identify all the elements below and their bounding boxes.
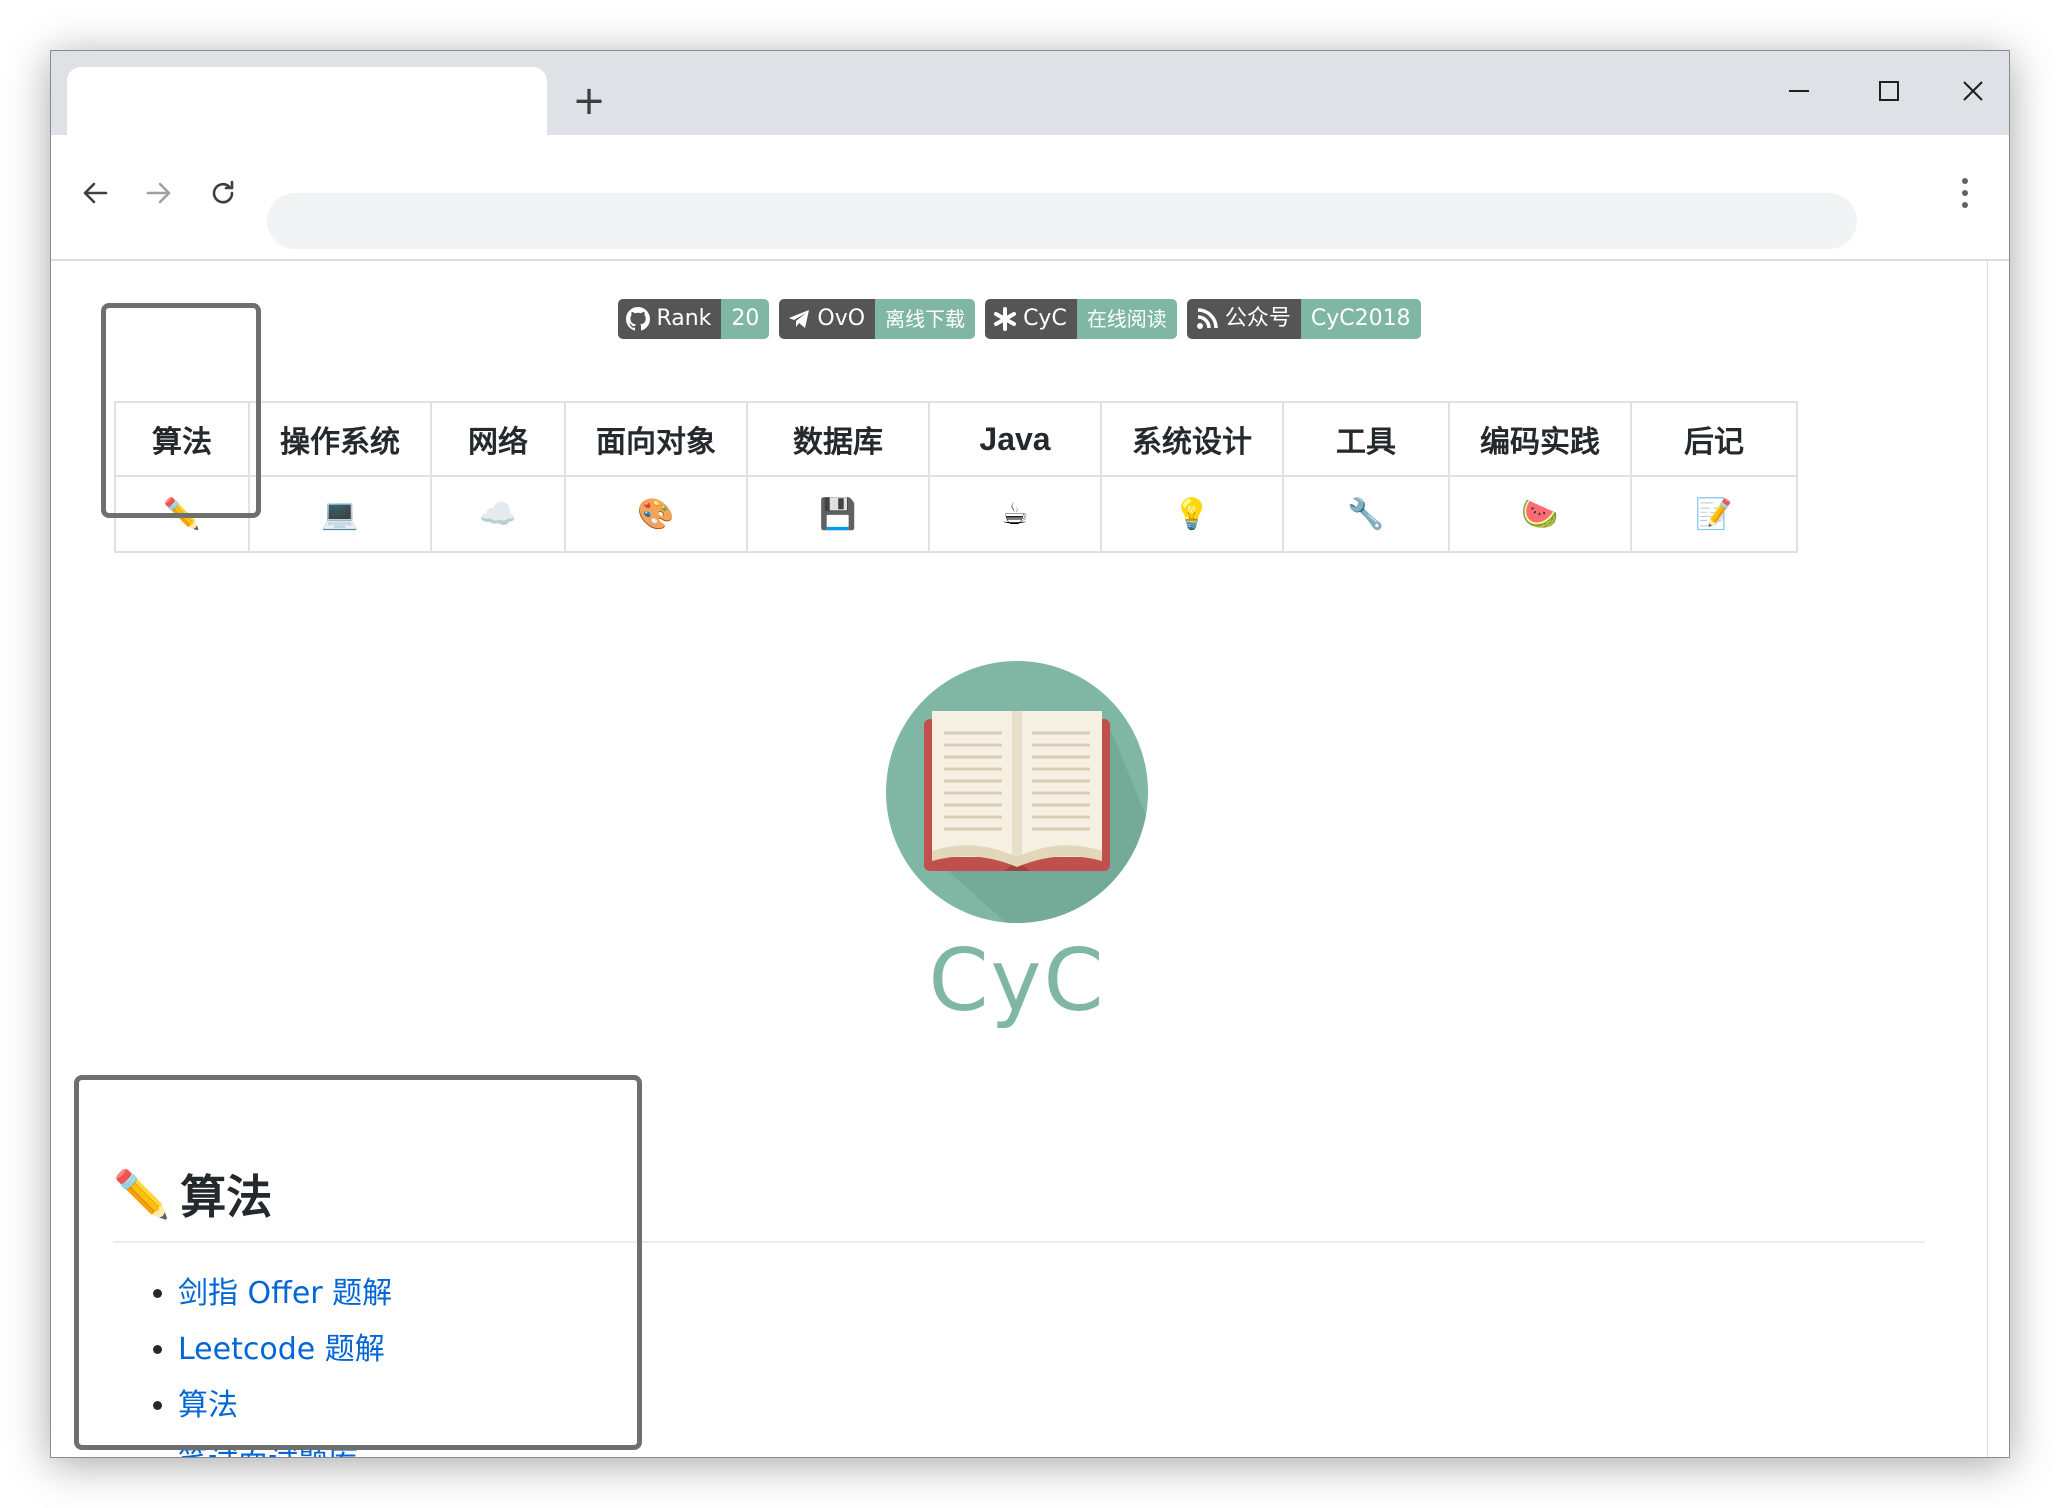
nav-icon-cell[interactable]: ☕ <box>928 475 1102 553</box>
badge-label: CyC <box>1023 306 1067 331</box>
list-item: 算法 <box>178 1378 392 1434</box>
browser-menu-button[interactable] <box>1945 165 1985 221</box>
close-icon <box>1963 81 1983 101</box>
nav-icon-cell[interactable]: 🎨 <box>564 475 748 553</box>
browser-toolbar <box>51 135 2009 261</box>
maximize-button[interactable] <box>1853 59 1925 123</box>
link-sword-offer[interactable]: 剑指 Offer 题解 <box>178 1276 392 1311</box>
menu-dot-icon <box>1962 178 1968 184</box>
asterisk-icon <box>994 307 1017 331</box>
coffee-icon[interactable]: ☕ <box>1002 497 1029 532</box>
telegram-icon <box>789 310 810 328</box>
address-bar[interactable] <box>267 193 1857 249</box>
nav-item-database[interactable]: 数据库 <box>746 401 930 477</box>
watermelon-icon[interactable]: 🍉 <box>1521 497 1558 532</box>
section-title: 算法 <box>180 1170 273 1224</box>
cloud-icon[interactable]: ☁️ <box>479 497 516 532</box>
palette-icon[interactable]: 🎨 <box>637 497 674 532</box>
nav-item-operating-system[interactable]: 操作系统 <box>248 401 432 477</box>
badge-value: 20 <box>721 299 770 339</box>
forward-arrow-icon <box>146 182 171 204</box>
back-arrow-icon <box>83 182 108 204</box>
badge-label: OvO <box>817 306 866 331</box>
wrench-icon[interactable]: 🔧 <box>1347 497 1384 532</box>
badge-value: CyC2018 <box>1300 299 1421 339</box>
tab-strip: + <box>51 51 2009 135</box>
minimize-button[interactable] <box>1763 59 1835 123</box>
back-button[interactable] <box>67 165 123 221</box>
page-content: Rank 20 OvO 离线下载 CyC 在线阅读 公众号 CyC2018 算法… <box>51 261 1988 1457</box>
link-leetcode[interactable]: Leetcode 题解 <box>178 1332 385 1367</box>
active-tab[interactable] <box>67 67 547 135</box>
nav-icon-cell[interactable]: 🔧 <box>1282 475 1450 553</box>
nav-item-network[interactable]: 网络 <box>430 401 566 477</box>
section-divider <box>113 1241 1925 1243</box>
pencil-icon[interactable]: ✏️ <box>163 497 200 532</box>
nav-icon-cell[interactable]: 💻 <box>248 475 432 553</box>
new-tab-button[interactable]: + <box>561 73 617 129</box>
online-read-badge[interactable]: CyC 在线阅读 <box>985 299 1177 339</box>
section-heading: ✏️ 算法 <box>113 1161 272 1227</box>
minimize-icon <box>1789 90 1809 92</box>
nav-icon-cell[interactable]: ✏️ <box>114 475 250 553</box>
badge-label: Rank <box>656 306 712 331</box>
nav-icon-cell[interactable]: 💡 <box>1100 475 1284 553</box>
download-badge[interactable]: OvO 离线下载 <box>779 299 976 339</box>
logo-text: CyC <box>928 931 1106 1031</box>
rss-icon <box>1196 308 1218 329</box>
badge-value: 在线阅读 <box>1076 299 1177 339</box>
nav-item-coding-practice[interactable]: 编码实践 <box>1448 401 1632 477</box>
nav-icon-cell[interactable]: ☁️ <box>430 475 566 553</box>
list-item: Leetcode 题解 <box>178 1322 392 1378</box>
floppy-disk-icon[interactable]: 💾 <box>819 497 856 532</box>
rank-badge[interactable]: Rank 20 <box>618 299 770 339</box>
nav-item-object-oriented[interactable]: 面向对象 <box>564 401 748 477</box>
list-item: 剑指 Offer 题解 <box>178 1266 392 1322</box>
reload-button[interactable] <box>195 165 251 221</box>
badge-value: 离线下载 <box>875 299 976 339</box>
nav-icon-cell[interactable]: 📝 <box>1630 475 1798 553</box>
menu-dot-icon <box>1962 202 1968 208</box>
reload-icon <box>212 180 234 204</box>
section-link-list: 剑指 Offer 题解 Leetcode 题解 算法 笔试面试题库 <box>113 1266 392 1457</box>
menu-dot-icon <box>1962 190 1968 196</box>
pencil-icon: ✏️ <box>113 1166 171 1221</box>
lightbulb-icon[interactable]: 💡 <box>1173 497 1210 532</box>
cyc-logo-icon <box>886 661 1148 923</box>
browser-window: + Rank 20 OvO 离线下载 CyC 在线阅读 公众号 CyC2018 … <box>50 50 2010 1458</box>
nav-icon-cell[interactable]: 🍉 <box>1448 475 1632 553</box>
nav-item-java[interactable]: Java <box>928 401 1102 477</box>
link-algorithm[interactable]: 算法 <box>178 1388 238 1423</box>
nav-item-system-design[interactable]: 系统设计 <box>1100 401 1284 477</box>
close-button[interactable] <box>1937 59 2009 123</box>
list-item: 笔试面试题库 <box>178 1434 392 1457</box>
github-icon <box>626 307 651 331</box>
vertical-scrollbar[interactable] <box>1987 261 2009 1457</box>
link-interview-bank[interactable]: 笔试面试题库 <box>178 1444 358 1457</box>
nav-icon-cell[interactable]: 💾 <box>746 475 930 553</box>
nav-item-postscript[interactable]: 后记 <box>1630 401 1798 477</box>
memo-icon[interactable]: 📝 <box>1695 497 1732 532</box>
badge-row: Rank 20 OvO 离线下载 CyC 在线阅读 公众号 CyC2018 <box>51 299 1988 339</box>
forward-button[interactable] <box>131 165 187 221</box>
badge-label: 公众号 <box>1224 306 1291 331</box>
nav-item-algorithm[interactable]: 算法 <box>114 401 250 477</box>
nav-table: 算法 操作系统 网络 面向对象 数据库 Java 系统设计 工具 编码实践 后记… <box>114 401 1798 553</box>
wechat-badge[interactable]: 公众号 CyC2018 <box>1186 299 1421 339</box>
nav-item-tools[interactable]: 工具 <box>1282 401 1450 477</box>
laptop-icon[interactable]: 💻 <box>321 497 358 532</box>
maximize-icon <box>1879 81 1899 101</box>
